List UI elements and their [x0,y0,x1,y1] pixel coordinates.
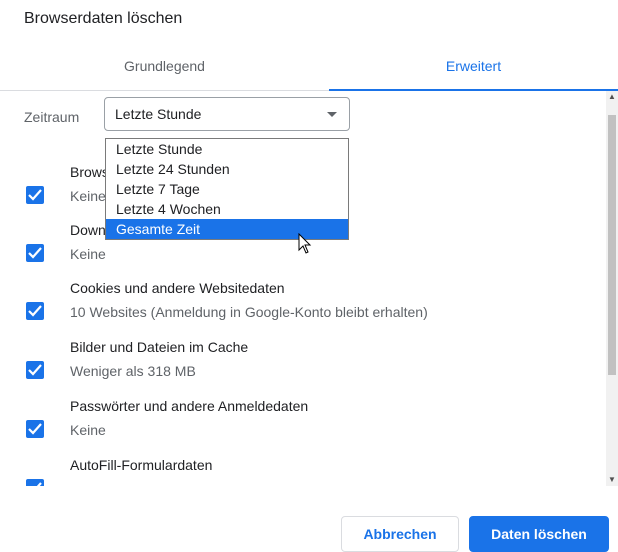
check-icon [36,482,42,486]
item-subtitle: Keine [70,246,106,262]
check-icon [28,364,42,376]
list-item-cookies[interactable]: Cookies und andere Websitedaten 10 Websi… [0,280,606,338]
time-range-label: Zeitraum [24,109,80,125]
scroll-down-arrow-icon[interactable]: ▼ [606,474,618,486]
option-last-24-hours[interactable]: Letzte 24 Stunden [106,159,348,179]
list-item-cache[interactable]: Bilder und Dateien im Cache Weniger als … [0,339,606,397]
list-item-autofill[interactable]: AutoFill-Formulardaten [0,457,606,486]
check-icon [28,247,42,259]
tab-basic[interactable]: Grundlegend [0,46,329,90]
tab-advanced[interactable]: Erweitert [329,46,618,91]
vertical-scrollbar[interactable]: ▲ ▼ [606,91,618,486]
time-range-selected-value: Letzte Stunde [115,106,202,122]
dialog-title: Browserdaten löschen [24,10,183,27]
option-last-hour[interactable]: Letzte Stunde [106,139,348,159]
item-subtitle: Keine [70,188,106,204]
item-subtitle: Keine [70,422,106,438]
time-range-select[interactable]: Letzte Stunde [104,97,350,131]
item-title: AutoFill-Formulardaten [70,457,213,473]
check-icon [28,305,42,317]
time-range-dropdown-list[interactable]: Letzte Stunde Letzte 24 Stunden Letzte 7… [105,138,349,240]
scroll-up-arrow-icon[interactable]: ▲ [606,91,618,103]
chevron-down-icon [327,112,337,117]
check-icon [28,423,42,435]
checkbox-autofill[interactable] [26,479,44,486]
item-title: Passwörter und andere Anmeldedaten [70,398,309,414]
item-subtitle: 10 Websites (Anmeldung in Google-Konto b… [70,304,428,320]
checkbox-download-history[interactable] [26,244,44,262]
checkbox-cache[interactable] [26,361,44,379]
scrollbar-thumb[interactable] [608,115,616,375]
checkbox-cookies[interactable] [26,302,44,320]
list-item-passwords[interactable]: Passwörter und andere Anmeldedaten Keine [0,398,606,456]
checkbox-passwords[interactable] [26,420,44,438]
option-last-7-days[interactable]: Letzte 7 Tage [106,179,348,199]
option-last-4-weeks[interactable]: Letzte 4 Wochen [106,199,348,219]
checkbox-browsing-history[interactable] [26,186,44,204]
tab-advanced-label: Erweitert [445,58,502,74]
item-subtitle: Weniger als 318 MB [70,363,196,379]
item-title: Cookies und andere Websitedaten [70,280,285,296]
cancel-button[interactable]: Abbrechen [341,516,459,552]
check-icon [28,189,42,201]
item-title: Bilder und Dateien im Cache [70,339,249,355]
mouse-pointer-icon [298,233,312,254]
tab-bar: Grundlegend Erweitert [0,46,618,91]
clear-data-button[interactable]: Daten löschen [469,516,609,552]
